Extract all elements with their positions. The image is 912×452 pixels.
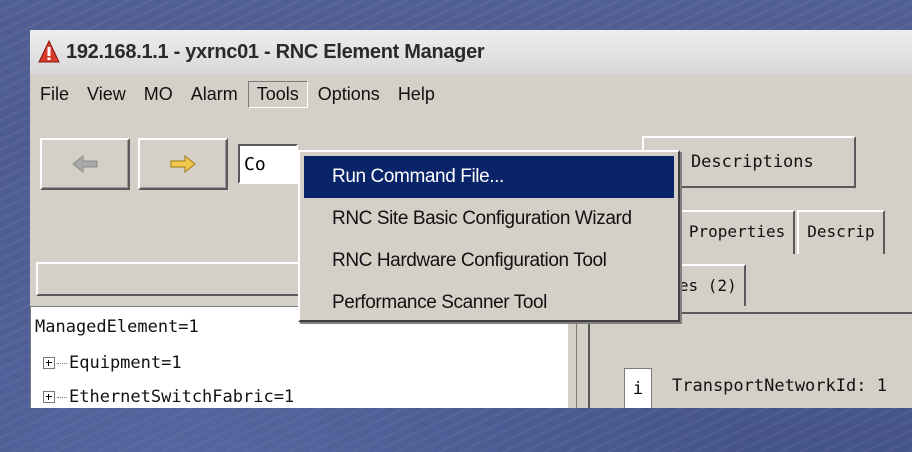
info-icon: i (624, 368, 652, 408)
menu-alarm-label: Alarm (190, 83, 238, 104)
menu-help-label: Help (397, 83, 435, 104)
menu-alarm[interactable]: Alarm (183, 82, 246, 107)
back-button[interactable] (40, 138, 130, 190)
property-row: TransportNetworkId: 1 (672, 376, 887, 396)
menu-item-performance-scanner-tool[interactable]: Performance Scanner Tool (300, 282, 678, 324)
expand-icon[interactable] (43, 357, 55, 369)
menu-view[interactable]: View (79, 82, 134, 107)
menu-options[interactable]: Options (310, 82, 388, 107)
menu-view-label: View (87, 83, 126, 104)
menu-item-rnc-hardware-configuration-tool[interactable]: RNC Hardware Configuration Tool (300, 240, 678, 282)
tree-connector (57, 396, 67, 398)
forward-button[interactable] (138, 138, 228, 190)
menu-options-label: Options (317, 83, 380, 104)
expand-icon[interactable] (43, 391, 55, 403)
right-tabs: MO Properties Descrip (650, 210, 885, 254)
menu-file-label: File (40, 83, 70, 104)
title-bar: 192.168.1.1 - yxrnc01 - RNC Element Mana… (30, 30, 912, 74)
menu-tools-label: Tools (256, 83, 299, 104)
tree-connector (57, 362, 67, 364)
window-title: 192.168.1.1 - yxrnc01 - RNC Element Mana… (66, 40, 485, 63)
tree-root[interactable]: ManagedElement=1 (35, 317, 199, 337)
tools-dropdown-menu: Run Command File... RNC Site Basic Confi… (298, 150, 680, 322)
menu-mo[interactable]: MO (136, 82, 181, 107)
menu-item-rnc-site-basic-configuration-wizard[interactable]: RNC Site Basic Configuration Wizard (300, 198, 678, 240)
app-window: 192.168.1.1 - yxrnc01 - RNC Element Mana… (30, 30, 912, 408)
menu-mo-label: MO (143, 83, 173, 104)
menu-tools[interactable]: Tools (247, 80, 308, 108)
tree-item-label: EthernetSwitchFabric=1 (69, 387, 295, 407)
menu-file[interactable]: File (32, 82, 77, 107)
menu-item-run-command-file[interactable]: Run Command File... (304, 156, 674, 198)
arrow-left-icon (72, 154, 98, 174)
tree-item-ethernet-switch-fabric[interactable]: EthernetSwitchFabric=1 (43, 387, 294, 407)
mo-combo-value: Co (244, 153, 266, 175)
tree-item-label: Equipment=1 (69, 353, 182, 373)
menu-bar: File View MO Alarm Tools Options Help (30, 74, 912, 114)
mo-combo-input[interactable]: Co (238, 144, 298, 184)
arrow-right-icon (170, 154, 196, 174)
menu-help[interactable]: Help (390, 82, 443, 107)
warning-triangle-icon (38, 40, 60, 63)
tab-descriptions[interactable]: Descrip (797, 210, 885, 254)
tree-item-equipment[interactable]: Equipment=1 (43, 353, 182, 373)
